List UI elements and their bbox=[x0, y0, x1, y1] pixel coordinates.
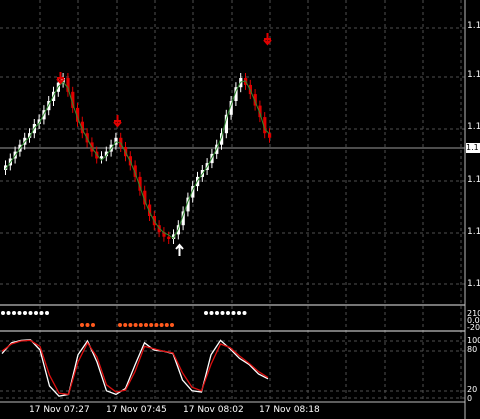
signal-dot-orange bbox=[144, 323, 148, 327]
current-price-tag: 1.1 bbox=[466, 143, 480, 153]
signal-dot-white bbox=[204, 311, 208, 315]
signal-dot-white bbox=[12, 311, 16, 315]
signal-dot-white bbox=[6, 311, 11, 315]
signal-dot-orange bbox=[91, 323, 95, 327]
signal-dot-white bbox=[215, 311, 219, 315]
trading-chart[interactable] bbox=[0, 0, 480, 419]
price-tick-label: 1.1 bbox=[467, 175, 480, 185]
time-label-0802: 17 Nov 08:02 bbox=[183, 405, 244, 415]
signal-dot-orange bbox=[118, 323, 122, 327]
signal-dot-orange bbox=[80, 323, 84, 327]
sell-arrow-icon bbox=[113, 115, 122, 128]
signal-dot-white bbox=[17, 311, 22, 315]
signal-dot-orange bbox=[154, 323, 159, 327]
buy-arrow-icon bbox=[175, 243, 184, 256]
signal-dot-white bbox=[220, 311, 225, 315]
time-label-0818: 17 Nov 08:18 bbox=[259, 405, 320, 415]
price-tick-label: 1.1 bbox=[467, 21, 480, 31]
stoch-tick-label: 20 bbox=[467, 385, 478, 394]
bearish-candle bbox=[167, 236, 171, 239]
signal-dot-orange bbox=[149, 323, 154, 327]
bullish-candle bbox=[100, 156, 104, 159]
signal-dot-white bbox=[242, 311, 247, 315]
signal-dot-white bbox=[1, 311, 5, 315]
price-tick-label: 1.1 bbox=[467, 70, 480, 80]
bearish-candle bbox=[268, 133, 272, 138]
price-tick-label: 1.1 bbox=[467, 227, 480, 237]
sell-arrow-icon bbox=[263, 33, 272, 46]
stoch-tick-label: 0 bbox=[467, 394, 473, 403]
signal-dot-white bbox=[226, 311, 230, 315]
signal-dot-white bbox=[45, 311, 49, 315]
dots-tick-label: -20 bbox=[467, 323, 480, 332]
price-tick-label: 1.1 bbox=[467, 279, 480, 289]
time-label-0745: 17 Nov 07:45 bbox=[106, 405, 167, 415]
signal-dot-white bbox=[23, 311, 27, 315]
signal-dot-orange bbox=[85, 323, 90, 327]
signal-dot-white bbox=[28, 311, 33, 315]
price-tick-label: 1.1 bbox=[467, 122, 480, 132]
signal-dot-white bbox=[237, 311, 241, 315]
time-label-0727: 17 Nov 07:27 bbox=[29, 405, 90, 415]
signal-dot-orange bbox=[123, 323, 128, 327]
signal-dot-white bbox=[209, 311, 214, 315]
signal-dot-white bbox=[34, 311, 38, 315]
stochastic-main-line bbox=[1, 339, 269, 397]
signal-dot-orange bbox=[164, 323, 169, 327]
signal-dot-white bbox=[231, 311, 236, 315]
signal-dot-orange bbox=[159, 323, 164, 327]
stoch-tick-label: 80 bbox=[467, 345, 478, 354]
stochastic-signal-line bbox=[1, 339, 269, 396]
signal-dot-white bbox=[39, 311, 44, 315]
signal-dot-orange bbox=[128, 323, 133, 327]
signal-dot-orange bbox=[133, 323, 138, 327]
signal-dot-orange bbox=[170, 323, 174, 327]
signal-dot-orange bbox=[138, 323, 143, 327]
stoch-tick-label: 100 bbox=[467, 336, 480, 345]
